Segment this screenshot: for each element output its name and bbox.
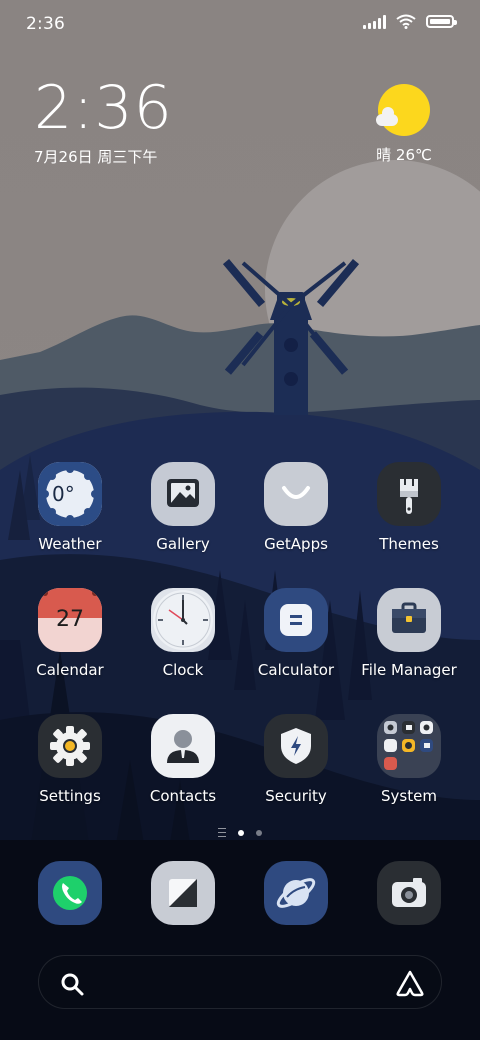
search-bar[interactable] xyxy=(38,955,442,1009)
app-calculator[interactable]: Calculator xyxy=(240,588,352,679)
page-indicator[interactable] xyxy=(0,828,480,837)
contacts-icon xyxy=(151,714,215,778)
app-getapps[interactable]: GetApps xyxy=(240,462,352,553)
app-label: Clock xyxy=(162,661,204,679)
app-label: Contacts xyxy=(149,787,217,805)
widget-date: 7月26日 周三下午 xyxy=(34,148,158,166)
dock-notes[interactable] xyxy=(151,861,215,925)
app-security[interactable]: Security xyxy=(240,714,352,805)
app-label: Calculator xyxy=(257,661,335,679)
clock-widget[interactable]: 2:36 7月26日 周三下午 xyxy=(34,76,173,167)
app-label: Gallery xyxy=(156,535,210,553)
dock-phone[interactable] xyxy=(38,861,102,925)
signal-icon xyxy=(363,14,386,29)
weather-widget[interactable]: 晴 26℃ xyxy=(364,84,444,165)
clock-icon xyxy=(151,588,215,652)
file-manager-icon xyxy=(377,588,441,652)
sun-cloud-icon xyxy=(376,84,430,136)
status-bar: 2:36 xyxy=(0,0,480,50)
app-themes[interactable]: Themes xyxy=(353,462,465,553)
app-label: File Manager xyxy=(361,661,457,679)
dock-camera[interactable] xyxy=(377,861,441,925)
app-clock[interactable]: Clock xyxy=(127,588,239,679)
gallery-icon xyxy=(151,462,215,526)
app-label: Security xyxy=(265,787,327,805)
app-contacts[interactable]: Contacts xyxy=(127,714,239,805)
page-dot-active xyxy=(238,829,244,836)
app-file-manager[interactable]: File Manager xyxy=(353,588,465,679)
security-shield-icon xyxy=(264,714,328,778)
weather-icon-text: 0° xyxy=(52,482,75,506)
page-dot xyxy=(256,829,262,836)
status-icons xyxy=(363,14,457,29)
system-folder-icon xyxy=(377,714,441,778)
dock-browser[interactable] xyxy=(264,861,328,925)
themes-brush-icon xyxy=(377,462,441,526)
notes-icon xyxy=(151,861,215,925)
weather-summary: 晴 26℃ xyxy=(376,146,432,164)
getapps-icon xyxy=(264,462,328,526)
app-label: Themes xyxy=(379,535,439,553)
calendar-icon: 27 xyxy=(38,588,102,652)
battery-icon xyxy=(426,15,457,28)
app-label: Weather xyxy=(38,535,102,553)
search-icon xyxy=(61,973,84,996)
app-label: Settings xyxy=(39,787,101,805)
app-label: GetApps xyxy=(264,535,328,553)
app-calendar[interactable]: 27 Calendar xyxy=(14,588,126,679)
app-weather[interactable]: 0° Weather xyxy=(14,462,126,553)
wifi-icon xyxy=(396,14,416,29)
app-settings[interactable]: Settings xyxy=(14,714,126,805)
weather-icon: 0° xyxy=(38,462,102,526)
calculator-icon xyxy=(264,588,328,652)
widget-time: 2:36 xyxy=(34,73,173,143)
status-time: 2:36 xyxy=(26,14,65,34)
assistant-icon[interactable] xyxy=(395,969,425,997)
browser-icon xyxy=(264,861,328,925)
app-label: System xyxy=(381,787,437,805)
phone-icon xyxy=(38,861,102,925)
app-gallery[interactable]: Gallery xyxy=(127,462,239,553)
camera-icon xyxy=(377,861,441,925)
app-system-folder[interactable]: System xyxy=(353,714,465,805)
app-drawer-lines-icon xyxy=(218,828,226,837)
calendar-date: 27 xyxy=(56,607,84,632)
settings-gear-icon xyxy=(38,714,102,778)
app-label: Calendar xyxy=(36,661,104,679)
